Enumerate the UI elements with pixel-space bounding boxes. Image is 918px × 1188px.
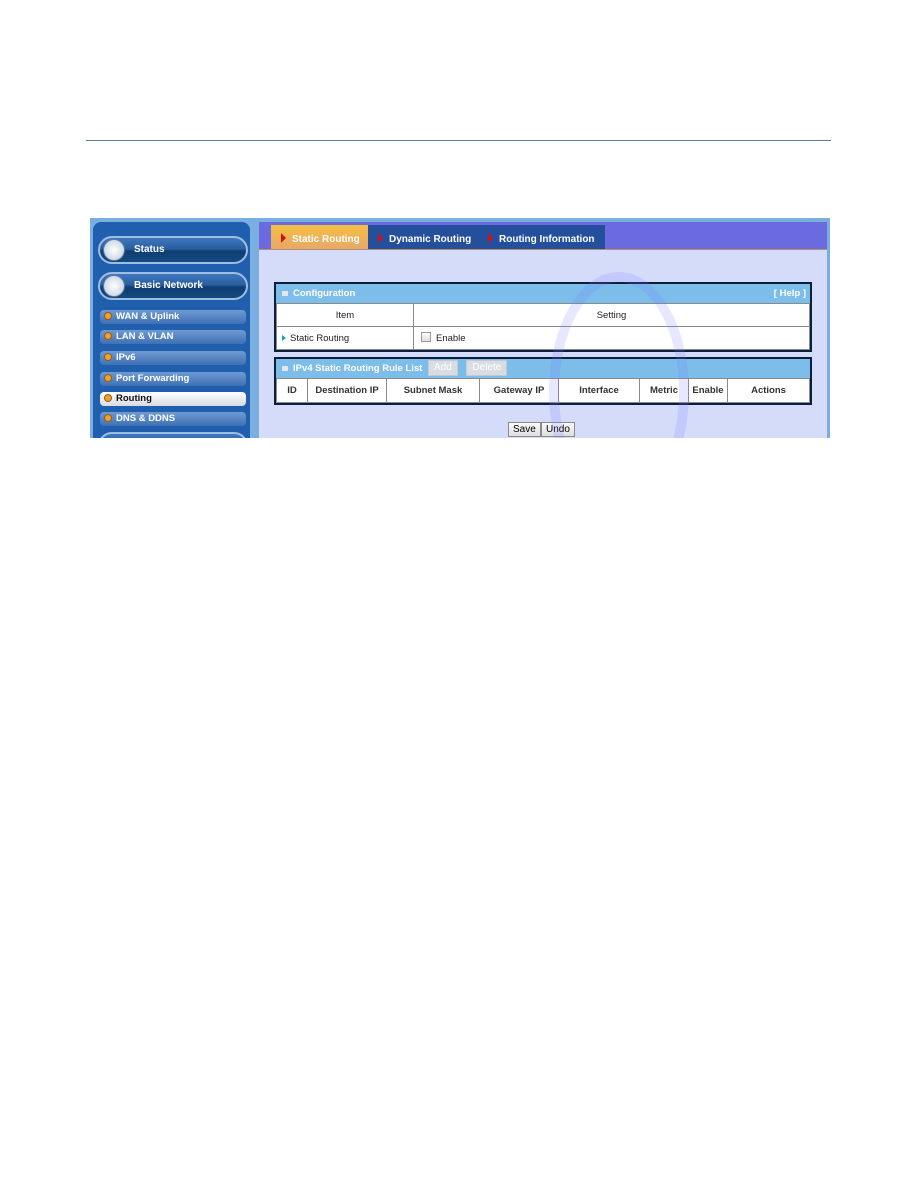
help-link[interactable]: [ Help ] bbox=[774, 284, 806, 303]
bullet-icon bbox=[104, 312, 112, 321]
sidebar-item-ipv6[interactable]: IPv6 bbox=[100, 351, 246, 365]
sidebar-item-basic-network[interactable]: Basic Network bbox=[98, 272, 248, 300]
column-header: Enable bbox=[688, 378, 728, 403]
configuration-panel: Configuration [ Help ] Item Setting Stat… bbox=[274, 282, 812, 352]
table-row: Static Routing Enable bbox=[276, 326, 810, 350]
static-routing-enable-checkbox[interactable] bbox=[421, 332, 431, 342]
arrow-icon bbox=[378, 233, 383, 243]
globe-icon bbox=[103, 275, 125, 297]
page-divider bbox=[86, 140, 831, 141]
rule-list-table: ID Destination IP Subnet Mask Gateway IP… bbox=[276, 378, 810, 403]
column-header: Gateway IP bbox=[479, 378, 559, 403]
column-header: Item bbox=[276, 303, 414, 327]
sidebar-item-dns-ddns[interactable]: DNS & DDNS bbox=[100, 412, 246, 426]
rule-list-header: IPv4 Static Routing Rule List Add Delete bbox=[276, 359, 810, 378]
sidebar: Status Basic Network WAN & Uplink LAN & … bbox=[93, 222, 250, 438]
bullet-icon bbox=[104, 353, 112, 362]
arrow-icon bbox=[281, 233, 286, 243]
tab-dynamic-routing[interactable]: Dynamic Routing bbox=[368, 225, 478, 249]
chart-icon bbox=[103, 239, 125, 261]
bullet-icon bbox=[104, 394, 112, 403]
column-header: Actions bbox=[727, 378, 810, 403]
bullet-icon bbox=[104, 332, 112, 341]
tab-routing-information[interactable]: Routing Information bbox=[478, 225, 605, 249]
sidebar-item-status[interactable]: Status bbox=[98, 236, 248, 264]
rule-list-panel: IPv4 Static Routing Rule List Add Delete… bbox=[274, 357, 812, 405]
delete-button[interactable]: Delete bbox=[466, 360, 508, 376]
panel-icon bbox=[282, 290, 288, 296]
column-header: ID bbox=[276, 378, 308, 403]
configuration-header: Configuration [ Help ] bbox=[276, 284, 810, 303]
configuration-table: Item Setting Static Routing Enable bbox=[276, 303, 810, 350]
add-button[interactable]: Add bbox=[427, 360, 458, 376]
main-content: Static Routing Dynamic Routing Routing I… bbox=[259, 222, 827, 438]
sidebar-item-port-forwarding[interactable]: Port Forwarding bbox=[100, 372, 246, 386]
tab-bar: Static Routing Dynamic Routing Routing I… bbox=[259, 222, 827, 250]
column-header: Subnet Mask bbox=[386, 378, 480, 403]
bullet-icon bbox=[104, 374, 112, 383]
arrow-icon bbox=[488, 233, 493, 243]
sidebar-item-routing[interactable]: Routing bbox=[100, 392, 246, 406]
triangle-icon bbox=[282, 334, 286, 341]
panel-icon bbox=[282, 365, 288, 371]
sidebar-item-lan-vlan[interactable]: LAN & VLAN bbox=[100, 330, 246, 344]
column-header: Destination IP bbox=[307, 378, 387, 403]
sidebar-item-wan-uplink[interactable]: WAN & Uplink bbox=[100, 310, 246, 324]
tab-static-routing[interactable]: Static Routing bbox=[271, 225, 368, 249]
sidebar-item-next[interactable] bbox=[98, 432, 248, 438]
bullet-icon bbox=[104, 414, 112, 423]
save-button[interactable]: Save bbox=[508, 422, 541, 437]
router-ui-screenshot: Status Basic Network WAN & Uplink LAN & … bbox=[90, 218, 830, 438]
